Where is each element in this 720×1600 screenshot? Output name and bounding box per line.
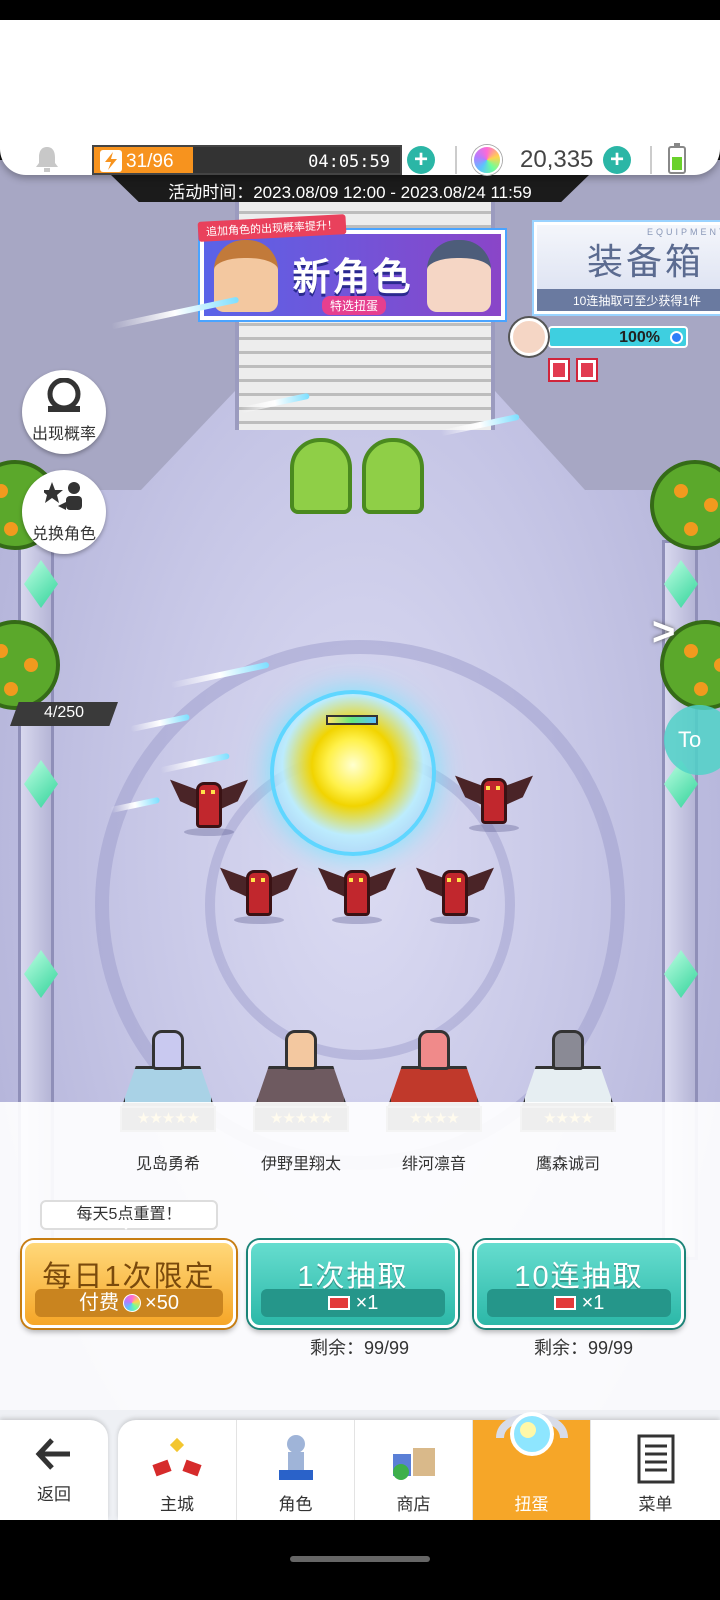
- star-tag-icon: [548, 358, 570, 382]
- cost-amount: ×50: [145, 1292, 179, 1314]
- equipment-banner[interactable]: EQUIPMENT 装备箱 10连抽取可至少获得1件: [534, 222, 720, 314]
- ticket-icon: [327, 1296, 350, 1310]
- character-sprite: [552, 1030, 584, 1070]
- shrub: [362, 438, 424, 514]
- cost-prefix: 付费: [79, 1292, 120, 1314]
- exchange-icon: [44, 482, 82, 510]
- nav-item-gacha[interactable]: 扭蛋: [472, 1412, 590, 1520]
- nav-label: 扭蛋: [514, 1495, 549, 1514]
- add-energy-button[interactable]: +: [407, 146, 435, 174]
- resource-bar: 31/96 04:05:59 + 20,335 +: [0, 20, 720, 175]
- divider: [650, 146, 652, 174]
- nav-item-shop[interactable]: 商店: [354, 1420, 472, 1520]
- arrow-left-icon: [35, 1438, 70, 1470]
- daily-draw-cost: 付费 ×50: [35, 1289, 223, 1317]
- shrub: [290, 438, 352, 514]
- character-name: 鹰森诚司: [535, 1156, 600, 1173]
- demon-sprite: [455, 768, 533, 832]
- menu-document-icon: [637, 1434, 674, 1484]
- ten-draw-button[interactable]: 10连抽取 ×1: [474, 1240, 684, 1328]
- cost-amount: ×1: [355, 1292, 379, 1314]
- new-character-banner[interactable]: 追加角色的出现概率提升！ 新角色 特选扭蛋: [197, 214, 505, 320]
- castle-icon: [152, 1437, 202, 1477]
- character-name: 见岛勇希: [135, 1156, 200, 1173]
- ten-draw-cost: ×1: [487, 1289, 671, 1317]
- avatar: [510, 318, 548, 356]
- rainbow-gem-icon: [472, 145, 502, 175]
- pedestal-top: [255, 1066, 347, 1106]
- back-button[interactable]: 返回: [0, 1420, 108, 1520]
- character-name: 伊野里翔太: [260, 1156, 341, 1173]
- event-time-text: 活动时间：2023.08/09 12:00 - 2023.08/24 11:59: [168, 183, 532, 202]
- exchange-count: 4/250: [10, 702, 118, 726]
- battery-fill: [672, 156, 682, 170]
- equipment-subtitle: 10连抽取可至少获得1件: [537, 289, 720, 311]
- banner-progress-text: 100%: [619, 329, 660, 346]
- ticket-icon: [553, 1296, 576, 1310]
- demon-sprite: [318, 860, 396, 924]
- character-statue-icon: [278, 1435, 313, 1480]
- nav-label: 角色: [278, 1495, 313, 1514]
- character-name: 绯河凛音: [401, 1156, 466, 1173]
- bell-icon[interactable]: [34, 145, 60, 173]
- energy-bar: 31/96 04:05:59: [92, 145, 402, 175]
- equipment-title: 装备箱: [587, 242, 705, 283]
- status-bar: [0, 0, 720, 20]
- pin-tag-icon: [576, 358, 598, 382]
- energy-value: 31/96: [126, 151, 174, 172]
- gacha-orb-icon: [495, 1412, 568, 1456]
- nav-item-main-city[interactable]: 主城: [118, 1420, 236, 1520]
- nav-item-characters[interactable]: 角色: [236, 1420, 354, 1520]
- banner-progress: 100%: [548, 326, 688, 348]
- character-sprite: [418, 1030, 450, 1070]
- chevron-right-icon[interactable]: >: [652, 610, 675, 655]
- rainbow-gem-icon: [123, 1294, 142, 1312]
- nav-label: 商店: [396, 1495, 431, 1514]
- rates-icon: [47, 378, 81, 412]
- nav-item-menu[interactable]: 菜单: [590, 1420, 720, 1520]
- reset-tooltip: 每天5点重置！: [40, 1200, 218, 1230]
- drop-rates-label: 出现概率: [31, 426, 96, 443]
- single-draw-button[interactable]: 1次抽取 ×1: [248, 1240, 458, 1328]
- demon-sprite: [170, 772, 248, 836]
- gem-count: 20,335: [520, 146, 594, 173]
- banner-subtitle: 特选扭蛋: [322, 296, 387, 315]
- nav-label: 主城: [160, 1495, 194, 1514]
- ten-draw-remaining: 剩余：99/99: [534, 1338, 634, 1358]
- pedestal-top: [522, 1066, 614, 1106]
- banner-title: 新角色: [292, 257, 413, 299]
- character-sprite: [152, 1030, 184, 1070]
- divider: [455, 146, 457, 174]
- single-draw-remaining: 剩余：99/99: [310, 1338, 410, 1358]
- cost-amount: ×1: [581, 1292, 605, 1314]
- orb-gauge: [326, 715, 378, 725]
- event-time-banner: 活动时间：2023.08/09 12:00 - 2023.08/24 11:59: [110, 174, 590, 202]
- energy-timer: 04:05:59: [308, 152, 390, 172]
- shop-bag-icon: [392, 1448, 435, 1480]
- battery-icon: [668, 143, 686, 174]
- exchange-character-button[interactable]: 兑换角色: [22, 470, 106, 554]
- pedestal-top: [388, 1066, 480, 1106]
- back-label: 返回: [37, 1485, 71, 1504]
- demon-sprite: [220, 860, 298, 924]
- lightning-icon: [100, 150, 122, 172]
- single-draw-cost: ×1: [261, 1289, 445, 1317]
- drop-rates-button[interactable]: 出现概率: [22, 370, 106, 454]
- bottom-nav: 返回 主城 角色 商店 扭蛋 菜单: [0, 1410, 720, 1520]
- daily-limited-draw-button[interactable]: 每日1次限定 付费 ×50: [22, 1240, 236, 1328]
- add-gems-button[interactable]: +: [603, 146, 631, 174]
- character-sprite: [285, 1030, 317, 1070]
- pedestal-top: [122, 1066, 214, 1106]
- demon-sprite: [416, 860, 494, 924]
- nav-tabs: 主城 角色 商店 扭蛋 菜单: [118, 1412, 720, 1520]
- home-indicator[interactable]: [290, 1556, 430, 1562]
- system-nav-bar: [0, 1520, 720, 1600]
- info-dot-icon: [670, 331, 683, 344]
- exchange-character-label: 兑换角色: [31, 526, 96, 543]
- nav-label: 菜单: [638, 1495, 673, 1514]
